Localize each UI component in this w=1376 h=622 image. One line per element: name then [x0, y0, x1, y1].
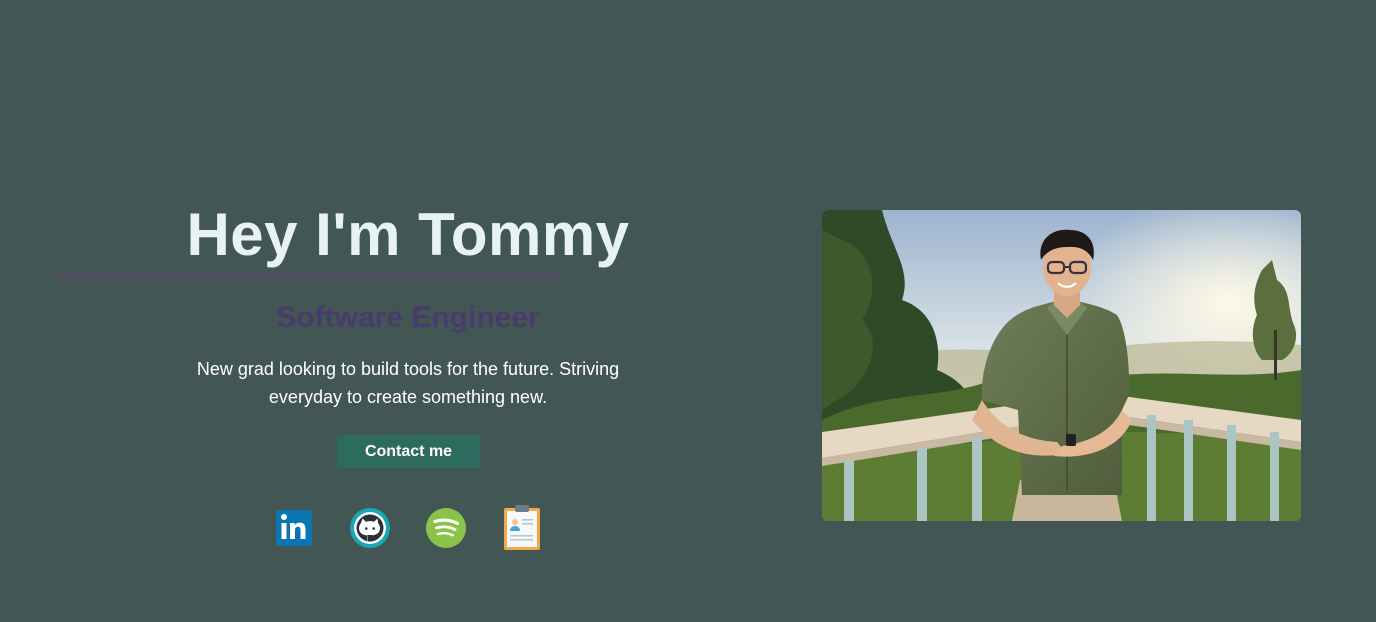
profile-photo-illustration	[822, 210, 1301, 521]
hero-description: New grad looking to build tools for the …	[196, 359, 620, 407]
linkedin-link[interactable]	[274, 504, 318, 550]
profile-photo	[822, 210, 1301, 521]
hero-subtitle: Software Engineer	[276, 301, 540, 334]
resume-clipboard-icon	[500, 504, 544, 550]
hero-intro: Hey I'm Tommy Software Engineer New grad…	[56, 196, 760, 566]
spotify-link[interactable]	[424, 504, 468, 550]
social-links	[274, 504, 544, 552]
title-underline	[57, 274, 560, 279]
linkedin-icon	[274, 504, 318, 550]
spotify-icon	[424, 504, 468, 550]
page: Hey I'm Tommy Software Engineer New grad…	[0, 0, 1376, 622]
contact-me-button[interactable]: Contact me	[337, 435, 480, 468]
github-icon	[348, 504, 392, 550]
github-link[interactable]	[348, 504, 392, 550]
hero-title: Hey I'm Tommy	[186, 201, 630, 268]
resume-link[interactable]	[500, 504, 544, 550]
